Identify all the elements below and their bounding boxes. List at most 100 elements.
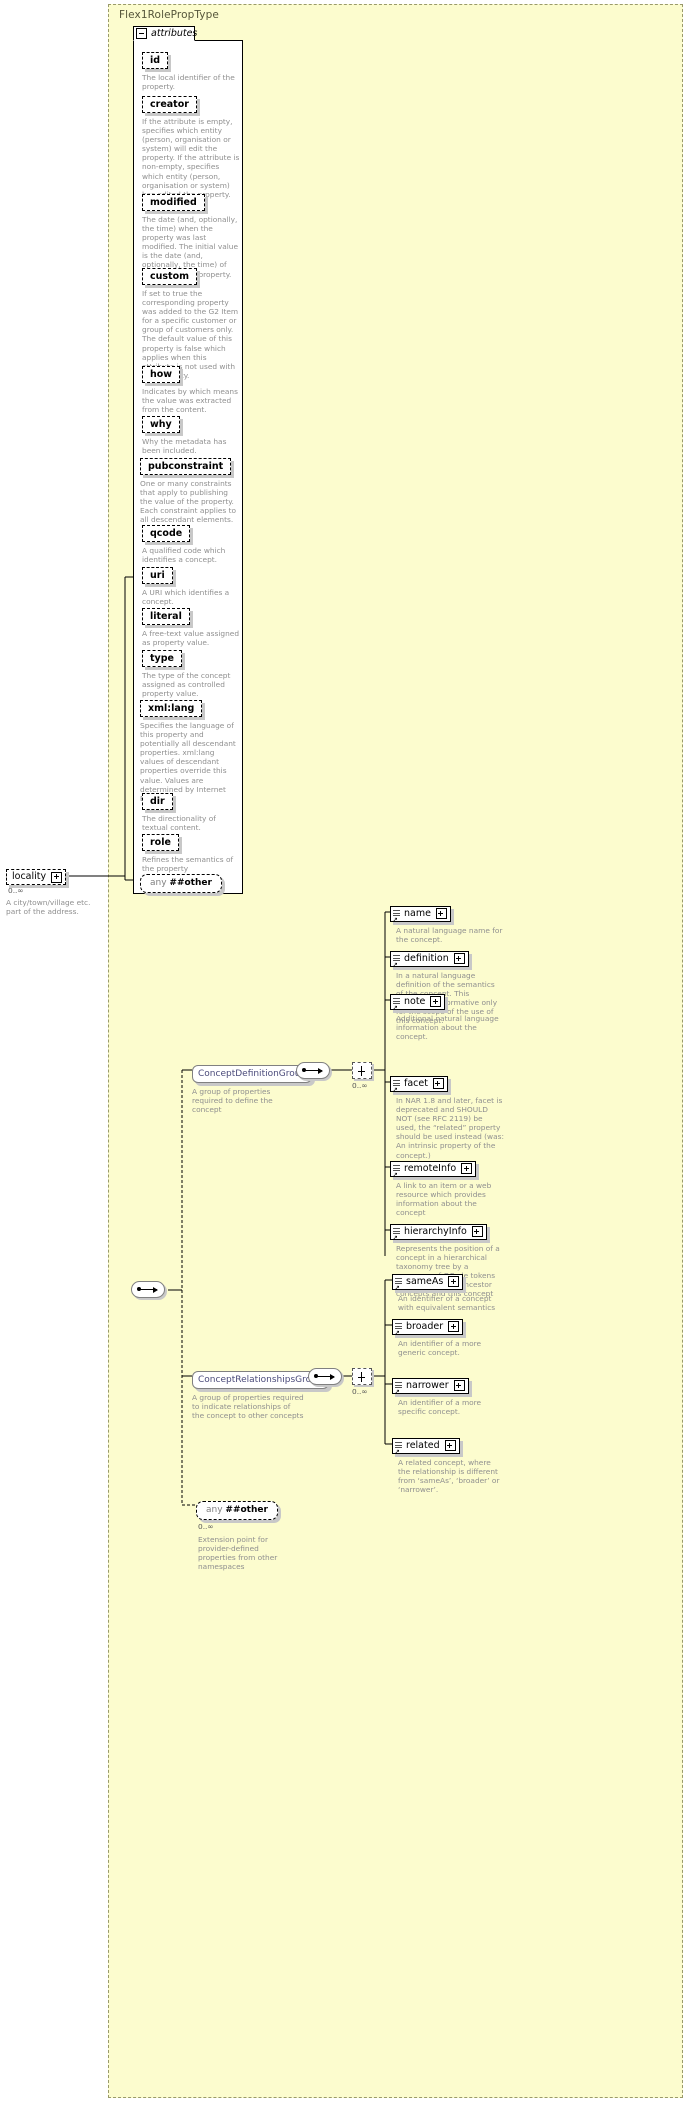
expand-plus-icon[interactable] (51, 871, 63, 883)
attribute-dir[interactable]: dir The directionality of textual conten… (142, 789, 240, 832)
sequence-icon[interactable] (308, 1368, 342, 1385)
attribute-chip[interactable]: id (142, 52, 169, 69)
element-box[interactable]: narrower ↗ (392, 1377, 469, 1396)
attribute-chip[interactable]: xml:lang (140, 700, 203, 717)
attribute-xml-lang[interactable]: xml:lang Specifies the language of this … (140, 696, 238, 803)
expand-plus-icon[interactable] (430, 996, 442, 1007)
attribute-chip[interactable]: qcode (142, 525, 191, 542)
group-description: A group of properties required to indica… (192, 1393, 304, 1421)
ref-arrow-icon: ↗ (392, 1170, 398, 1179)
element-locality[interactable]: locality 0..∞ A city/town/village etc. p… (6, 864, 98, 916)
expand-plus-icon[interactable] (453, 1380, 465, 1391)
attribute-chip[interactable]: dir (142, 793, 173, 810)
expand-plus-icon[interactable] (432, 1078, 444, 1089)
element-box[interactable]: remoteInfo ↗ (390, 1160, 477, 1179)
any-other-chip[interactable]: any ##other (196, 1501, 278, 1520)
element-label: broader (406, 1320, 444, 1332)
element-box[interactable]: sameAs ↗ (392, 1273, 464, 1291)
attribute-creator[interactable]: creator If the attribute is empty, speci… (142, 92, 240, 199)
element-name[interactable]: name ↗ A natural language name for the c… (390, 903, 504, 944)
attribute-how[interactable]: how Indicates by which means the value w… (142, 362, 240, 414)
element-box[interactable]: broader ↗ (392, 1318, 464, 1337)
attribute-chip[interactable]: role (142, 834, 179, 851)
group-label: ConceptRelationshipsGroup (198, 1375, 323, 1385)
element-box[interactable]: note ↗ (390, 993, 446, 1011)
expand-plus-icon[interactable] (448, 1321, 460, 1332)
attribute-why[interactable]: why Why the metadata has been included. (142, 412, 240, 455)
expand-plus-icon[interactable] (453, 953, 465, 964)
element-label: related (406, 1439, 440, 1451)
sequence-icon[interactable] (131, 1281, 165, 1298)
element-box[interactable]: name ↗ (390, 905, 451, 924)
attribute-type[interactable]: type The type of the concept assigned as… (142, 646, 240, 698)
element-narrower[interactable]: narrower ↗ An identifier of a more speci… (392, 1375, 504, 1416)
group-description: A group of properties required to define… (192, 1087, 273, 1115)
attribute-chip[interactable]: how (142, 366, 181, 383)
element-box[interactable]: related ↗ (392, 1437, 460, 1455)
ref-arrow-icon: ↗ (394, 1387, 400, 1396)
repeat-icon[interactable] (352, 1062, 372, 1079)
locality-box[interactable]: locality (6, 869, 67, 885)
element-box[interactable]: hierarchyInfo ↗ (390, 1223, 487, 1241)
expand-plus-icon[interactable] (471, 1226, 483, 1237)
collapse-minus-icon[interactable] (136, 28, 147, 39)
group-concept-definition[interactable]: ConceptDefinitionGroup A group of proper… (192, 1061, 313, 1115)
attribute-literal[interactable]: literal A free-text value assigned as pr… (142, 604, 240, 647)
attribute-role[interactable]: role Refines the semantics of the proper… (142, 830, 240, 873)
attribute-chip[interactable]: modified (142, 194, 205, 211)
bottom-any-other[interactable]: any ##other 0..∞ Extension point for pro… (196, 1497, 298, 1571)
any-keyword: any (206, 1505, 223, 1515)
element-facet[interactable]: facet ↗ In NAR 1.8 and later, facet is d… (390, 1073, 504, 1160)
sequence-icon[interactable] (296, 1062, 330, 1079)
element-broader[interactable]: broader ↗ An identifier of a more generi… (392, 1316, 504, 1357)
element-description: A related concept, where the relationshi… (398, 1458, 500, 1495)
any-namespace: ##other (169, 878, 212, 888)
element-box[interactable]: facet ↗ (390, 1075, 448, 1093)
element-description: Additional natural language information … (396, 1014, 499, 1042)
any-namespace: ##other (225, 1505, 268, 1515)
group1-cardinality: 0..∞ (352, 1081, 368, 1090)
element-label: name (404, 907, 431, 919)
attribute-id[interactable]: id The local identifier of the property. (142, 48, 240, 91)
main-sequence-node[interactable] (131, 1281, 165, 1298)
element-label: sameAs (406, 1275, 444, 1287)
any-other-chip[interactable]: any ##other (140, 874, 222, 893)
attribute-chip[interactable]: uri (142, 567, 173, 584)
element-related[interactable]: related ↗ A related concept, where the r… (392, 1435, 504, 1494)
attribute-qcode[interactable]: qcode A qualified code which identifies … (142, 521, 240, 564)
attributes-tab[interactable]: attributes (133, 26, 198, 41)
attribute-uri[interactable]: uri A URI which identifies a concept. (142, 563, 240, 606)
element-sameas[interactable]: sameAs ↗ An identifier of a concept with… (392, 1271, 504, 1312)
expand-plus-icon[interactable] (448, 1276, 460, 1287)
attributes-tab-label: attributes (151, 28, 198, 39)
attribute-chip[interactable]: custom (142, 268, 198, 285)
group-label: ConceptDefinitionGroup (198, 1069, 307, 1079)
expand-plus-icon[interactable] (444, 1440, 456, 1451)
group2-repeat-node[interactable]: 0..∞ (352, 1368, 372, 1396)
attribute-pubconstraint[interactable]: pubconstraint One or many constraints th… (140, 454, 238, 524)
attribute-description: One or many constraints that apply to pu… (140, 479, 237, 525)
group1-sequence-node[interactable] (296, 1062, 330, 1079)
element-box[interactable]: definition ↗ (390, 950, 469, 968)
element-description: An identifier of a more generic concept. (398, 1339, 482, 1358)
attribute-chip[interactable]: why (142, 416, 180, 433)
attribute-description: A free-text value assigned as property v… (142, 629, 240, 648)
ref-arrow-icon: ↗ (394, 1328, 400, 1337)
attribute-chip[interactable]: literal (142, 608, 190, 625)
expand-plus-icon[interactable] (461, 1163, 473, 1174)
group-box[interactable]: ConceptDefinitionGroup (192, 1065, 313, 1083)
group2-sequence-node[interactable] (308, 1368, 342, 1385)
attribute-chip[interactable]: type (142, 650, 182, 667)
attributes-any-other[interactable]: any ##other (140, 870, 222, 893)
bottom-any-description: Extension point for provider-defined pro… (198, 1535, 278, 1572)
expand-plus-icon[interactable] (435, 908, 447, 919)
element-description: An identifier of a concept with equivale… (398, 1294, 496, 1313)
attribute-chip[interactable]: pubconstraint (140, 458, 232, 475)
attribute-chip[interactable]: creator (142, 96, 197, 113)
repeat-icon[interactable] (352, 1368, 372, 1385)
element-remoteinfo[interactable]: remoteInfo ↗ A link to an item or a web … (390, 1158, 504, 1217)
element-note[interactable]: note ↗ Additional natural language infor… (390, 991, 504, 1041)
ref-arrow-icon: ↗ (392, 915, 398, 924)
element-label: facet (404, 1077, 428, 1089)
group1-repeat-node[interactable]: 0..∞ (352, 1062, 372, 1090)
